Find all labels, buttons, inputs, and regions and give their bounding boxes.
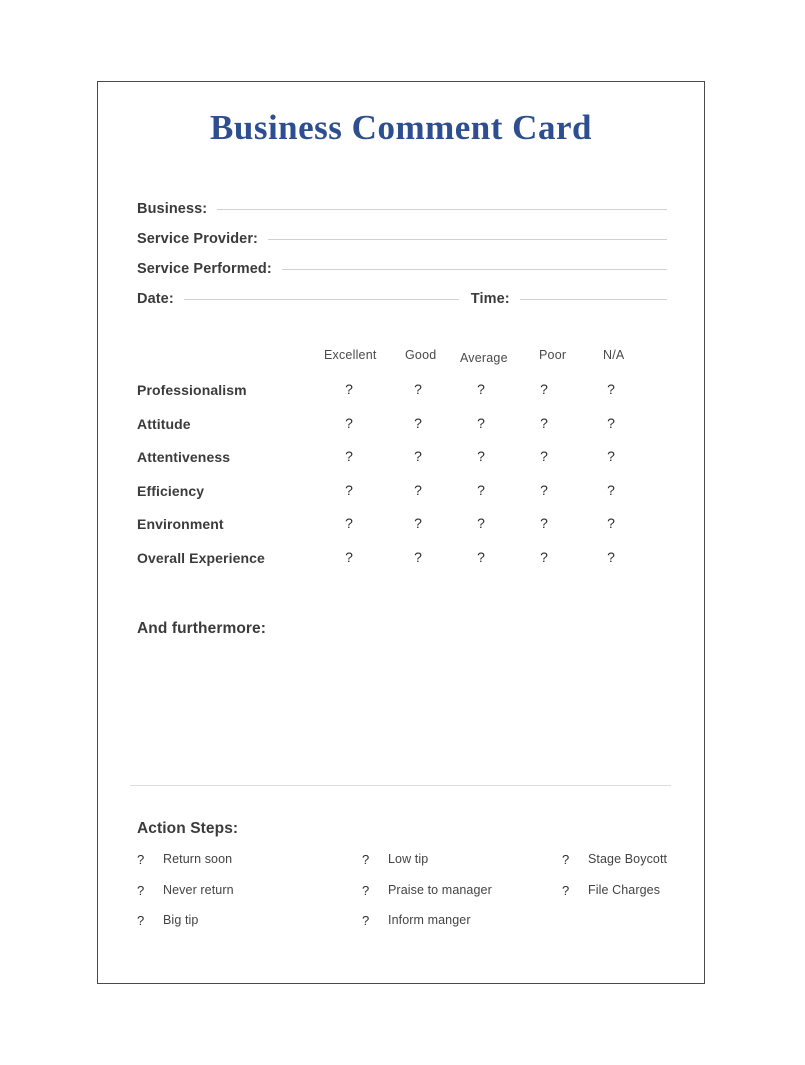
rating-checkbox[interactable]: ?: [412, 381, 424, 397]
action-step-label: Never return: [163, 882, 234, 897]
form-field-input[interactable]: [217, 208, 667, 210]
rating-checkbox[interactable]: ?: [343, 415, 355, 431]
rating-checkbox[interactable]: ?: [475, 381, 487, 397]
rating-checkbox[interactable]: ?: [343, 549, 355, 565]
form-field-label: Business:: [137, 201, 208, 217]
comments-input[interactable]: [137, 648, 667, 778]
form-field-label: Date:: [137, 291, 174, 307]
form-fields: Business: Service Provider: Service Perfor…: [137, 201, 667, 321]
rating-checkbox[interactable]: ?: [343, 515, 355, 531]
action-step-checkbox[interactable]: ?: [137, 883, 144, 898]
form-field-row: Business:: [137, 201, 667, 231]
rating-checkbox[interactable]: ?: [538, 381, 550, 397]
form-field-input[interactable]: [183, 298, 459, 300]
action-step-label: Praise to manager: [388, 882, 492, 897]
rating-row-label: Attitude: [137, 415, 191, 432]
rating-checkbox[interactable]: ?: [412, 515, 424, 531]
rating-checkbox[interactable]: ?: [605, 515, 617, 531]
rating-checkbox[interactable]: ?: [475, 549, 487, 565]
action-step-checkbox[interactable]: ?: [362, 852, 369, 867]
form-field-label-secondary: Time:: [470, 291, 510, 307]
action-step-checkbox[interactable]: ?: [137, 913, 144, 928]
rating-row: Environment?????: [137, 515, 667, 550]
rating-checkbox[interactable]: ?: [605, 549, 617, 565]
rating-checkbox[interactable]: ?: [475, 415, 487, 431]
rating-checkbox[interactable]: ?: [538, 448, 550, 464]
rating-column-header: Average: [460, 351, 508, 365]
page-title: Business Comment Card: [210, 108, 592, 147]
rating-row: Overall Experience?????: [137, 549, 667, 584]
rating-checkbox[interactable]: ?: [605, 381, 617, 397]
rating-table-body: Professionalism????? Attitude????? Attenti…: [137, 381, 667, 584]
action-step-label: Return soon: [163, 852, 233, 866]
rating-checkbox[interactable]: ?: [538, 549, 550, 565]
rating-checkbox[interactable]: ?: [475, 515, 487, 531]
rating-checkbox[interactable]: ?: [538, 415, 550, 431]
rating-checkbox[interactable]: ?: [412, 549, 424, 565]
rating-row-label: Professionalism: [137, 382, 247, 398]
rating-row: Attentiveness?????: [137, 448, 667, 483]
form-field-input[interactable]: [281, 268, 667, 270]
rating-row: Professionalism?????: [137, 381, 667, 416]
rating-checkbox[interactable]: ?: [475, 448, 487, 464]
form-field-input[interactable]: [268, 238, 667, 240]
rating-row: Attitude?????: [137, 415, 667, 450]
rating-column-header: Good: [405, 348, 437, 362]
rating-checkbox[interactable]: ?: [605, 415, 617, 431]
rating-column-header: Poor: [539, 348, 567, 362]
form-field-row: Date: Time:: [137, 291, 667, 321]
rating-checkbox[interactable]: ?: [605, 448, 617, 464]
rating-checkbox[interactable]: ?: [343, 448, 355, 464]
rating-checkbox[interactable]: ?: [412, 448, 424, 464]
action-step-label: File Charges: [588, 882, 661, 897]
form-field-row: Service Performed:: [137, 261, 667, 291]
rating-table: Excellent Good Average Poor N/A Professional…: [137, 348, 667, 583]
action-step-label: Inform manger: [388, 913, 471, 927]
section-divider: [130, 785, 671, 786]
rating-checkbox[interactable]: ?: [538, 515, 550, 531]
rating-row-label: Overall Experience: [137, 549, 265, 566]
form-field-row: Service Provider:: [137, 231, 667, 261]
rating-column-header: N/A: [603, 348, 625, 362]
rating-row-label: Efficiency: [137, 482, 205, 499]
action-step-label: Low tip: [388, 852, 429, 866]
comments-heading: And furthermore:: [137, 620, 267, 637]
action-step-checkbox[interactable]: ?: [137, 852, 144, 867]
action-step-checkbox[interactable]: ?: [362, 883, 369, 898]
form-field-input-secondary[interactable]: [519, 298, 667, 300]
rating-row: Efficiency?????: [137, 482, 667, 517]
rating-table-header: Excellent Good Average Poor N/A: [137, 348, 667, 382]
action-step-checkbox[interactable]: ?: [562, 852, 569, 867]
action-steps-heading: Action Steps:: [137, 820, 239, 837]
rating-checkbox[interactable]: ?: [343, 482, 355, 498]
rating-column-header: Excellent: [324, 348, 377, 362]
rating-row-label: Environment: [137, 516, 224, 532]
form-field-label: Service Performed:: [137, 261, 272, 277]
action-step-checkbox[interactable]: ?: [562, 883, 569, 898]
action-step-label: Big tip: [163, 913, 199, 927]
comment-card: Business Comment Card Business: Service P…: [97, 81, 705, 984]
rating-checkbox[interactable]: ?: [605, 482, 617, 498]
rating-checkbox[interactable]: ?: [538, 482, 550, 498]
rating-checkbox[interactable]: ?: [412, 482, 424, 498]
action-step-label: Stage Boycott: [588, 852, 668, 866]
rating-checkbox[interactable]: ?: [343, 381, 355, 397]
rating-row-label: Attentiveness: [137, 449, 231, 465]
form-field-label: Service Provider:: [137, 231, 258, 247]
rating-checkbox[interactable]: ?: [412, 415, 424, 431]
rating-checkbox[interactable]: ?: [475, 482, 487, 498]
action-step-checkbox[interactable]: ?: [362, 913, 369, 928]
